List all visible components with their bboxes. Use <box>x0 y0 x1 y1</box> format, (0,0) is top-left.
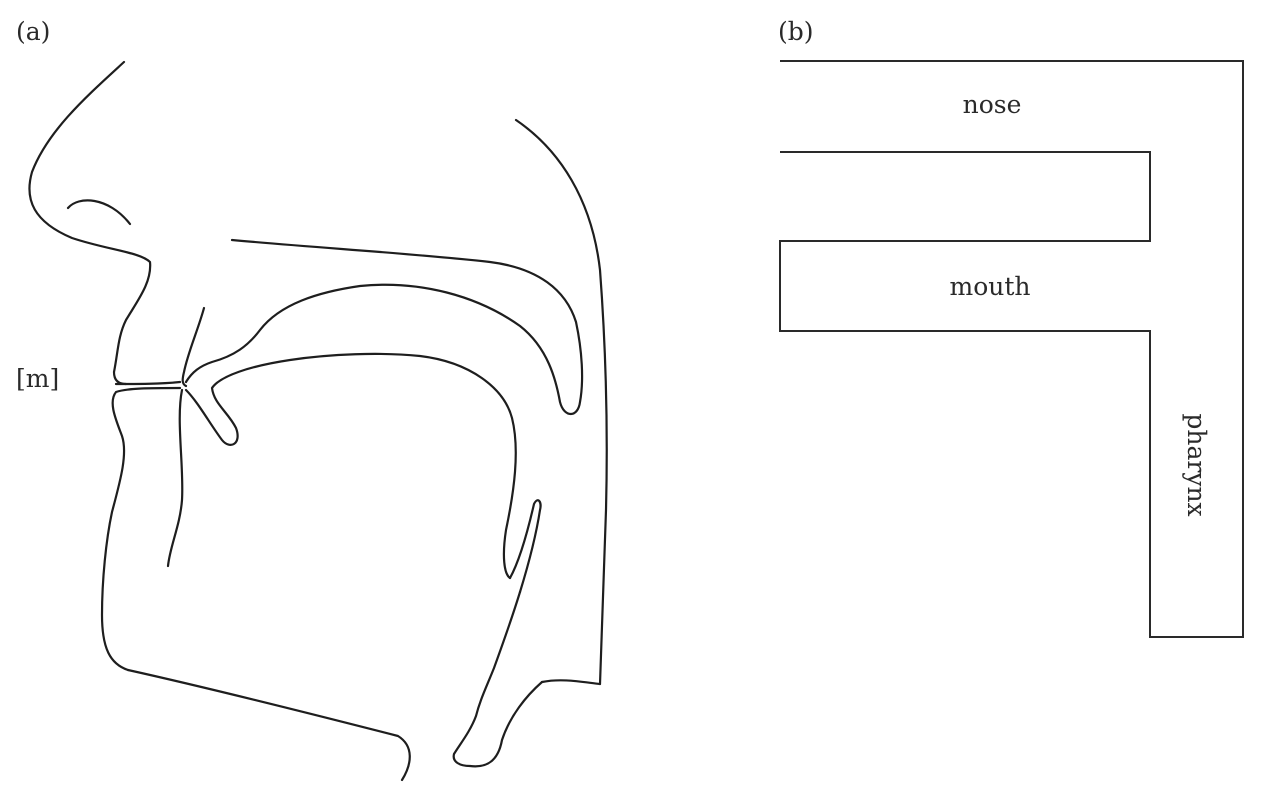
hard-palate <box>184 238 584 416</box>
panel-b: (b) nose mouth pharynx <box>778 17 1244 638</box>
jaw-line <box>126 668 411 782</box>
epiglottis <box>508 499 542 594</box>
lower-lip-chin <box>100 386 182 672</box>
vocal-tract-figure: (a) [m] (b) nose mouth pharynx <box>16 17 1244 782</box>
pharynx-label: pharynx <box>1182 413 1211 516</box>
lower-teeth <box>166 388 184 568</box>
sound-label: [m] <box>16 364 59 393</box>
larynx <box>452 590 544 768</box>
panel-b-label: (b) <box>778 17 814 46</box>
nose-label: nose <box>963 90 1022 119</box>
pharynx-wall <box>514 118 608 686</box>
panel-a-label: (a) <box>16 17 50 46</box>
mouth-label: mouth <box>949 272 1030 301</box>
nose-tube-top <box>779 60 1244 638</box>
panel-a: (a) [m] <box>16 17 608 782</box>
nose-profile <box>28 60 152 386</box>
tongue <box>184 352 517 580</box>
esophagus <box>540 679 602 686</box>
upper-lip <box>114 380 182 386</box>
nostril <box>66 199 132 226</box>
